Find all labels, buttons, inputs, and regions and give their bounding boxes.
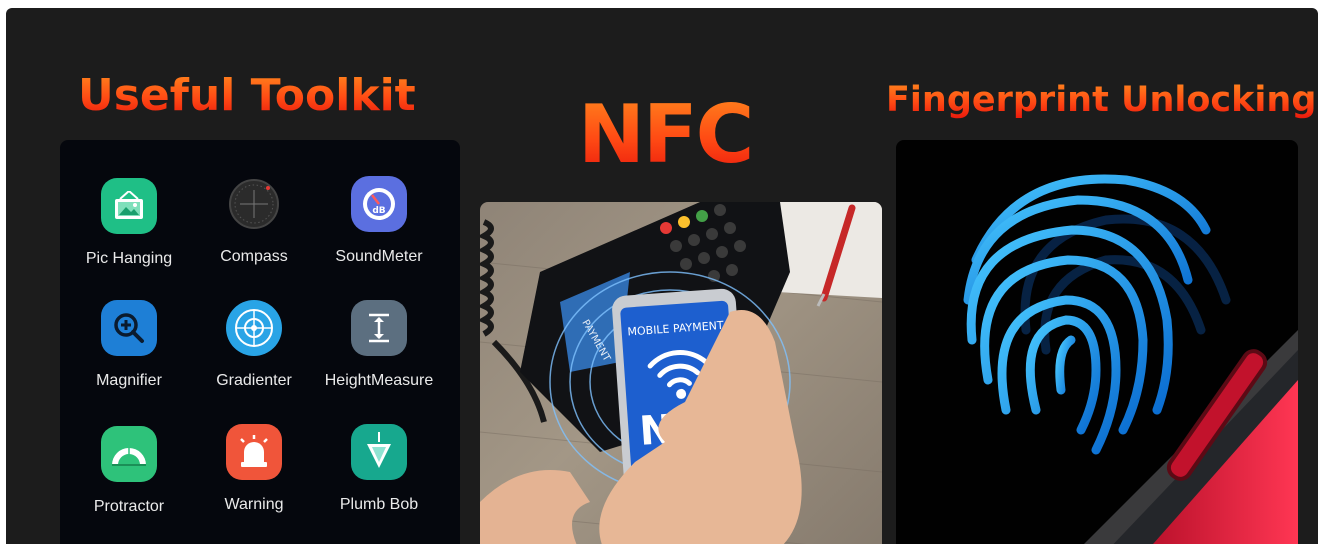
tool-warning[interactable]: Warning [192, 424, 316, 514]
tool-sound-meter[interactable]: dB SoundMeter [317, 176, 441, 266]
compass-icon [226, 176, 282, 232]
tool-label: Gradienter [216, 372, 292, 389]
tool-height-measure[interactable]: HeightMeasure [317, 300, 441, 390]
toolkit-headline: Useful Toolkit [78, 70, 416, 121]
tool-compass[interactable]: Compass [192, 176, 316, 266]
tool-label: Protractor [93, 498, 165, 515]
magnifier-icon [101, 300, 157, 356]
tool-label: Warning [224, 496, 284, 513]
toolkit-panel: Pic Hanging Compass dB SoundMeter Magnif… [60, 140, 460, 544]
fingerprint-panel [896, 140, 1298, 544]
banner: Useful Toolkit NFC Fingerprint Unlocking… [6, 8, 1318, 544]
fingerprint-headline: Fingerprint Unlocking [886, 80, 1317, 120]
plumb-bob-icon [351, 424, 407, 480]
tool-label: Plumb Bob [339, 496, 419, 513]
nfc-payment-photo: PAYMENT MOBILE PAYMENT [480, 202, 882, 544]
sound-meter-icon: dB [351, 176, 407, 232]
tool-label: SoundMeter [335, 248, 423, 265]
tool-label: Magnifier [96, 372, 162, 389]
tool-label: Pic Hanging [85, 250, 173, 267]
tool-gradienter[interactable]: Gradienter [192, 300, 316, 390]
svg-text:dB: dB [372, 206, 385, 216]
tool-pic-hanging[interactable]: Pic Hanging [67, 178, 191, 268]
tool-plumb-bob[interactable]: Plumb Bob [317, 424, 441, 514]
picture-icon [101, 178, 157, 234]
tool-magnifier[interactable]: Magnifier [67, 300, 191, 390]
protractor-icon [101, 426, 157, 482]
nfc-headline: NFC [578, 88, 754, 181]
height-measure-icon [351, 300, 407, 356]
tool-protractor[interactable]: Protractor [67, 426, 191, 516]
tool-label: HeightMeasure [324, 372, 434, 389]
tool-label: Compass [220, 248, 288, 265]
gradienter-icon [226, 300, 282, 356]
warning-icon [226, 424, 282, 480]
fingerprint-icon [963, 174, 1211, 455]
